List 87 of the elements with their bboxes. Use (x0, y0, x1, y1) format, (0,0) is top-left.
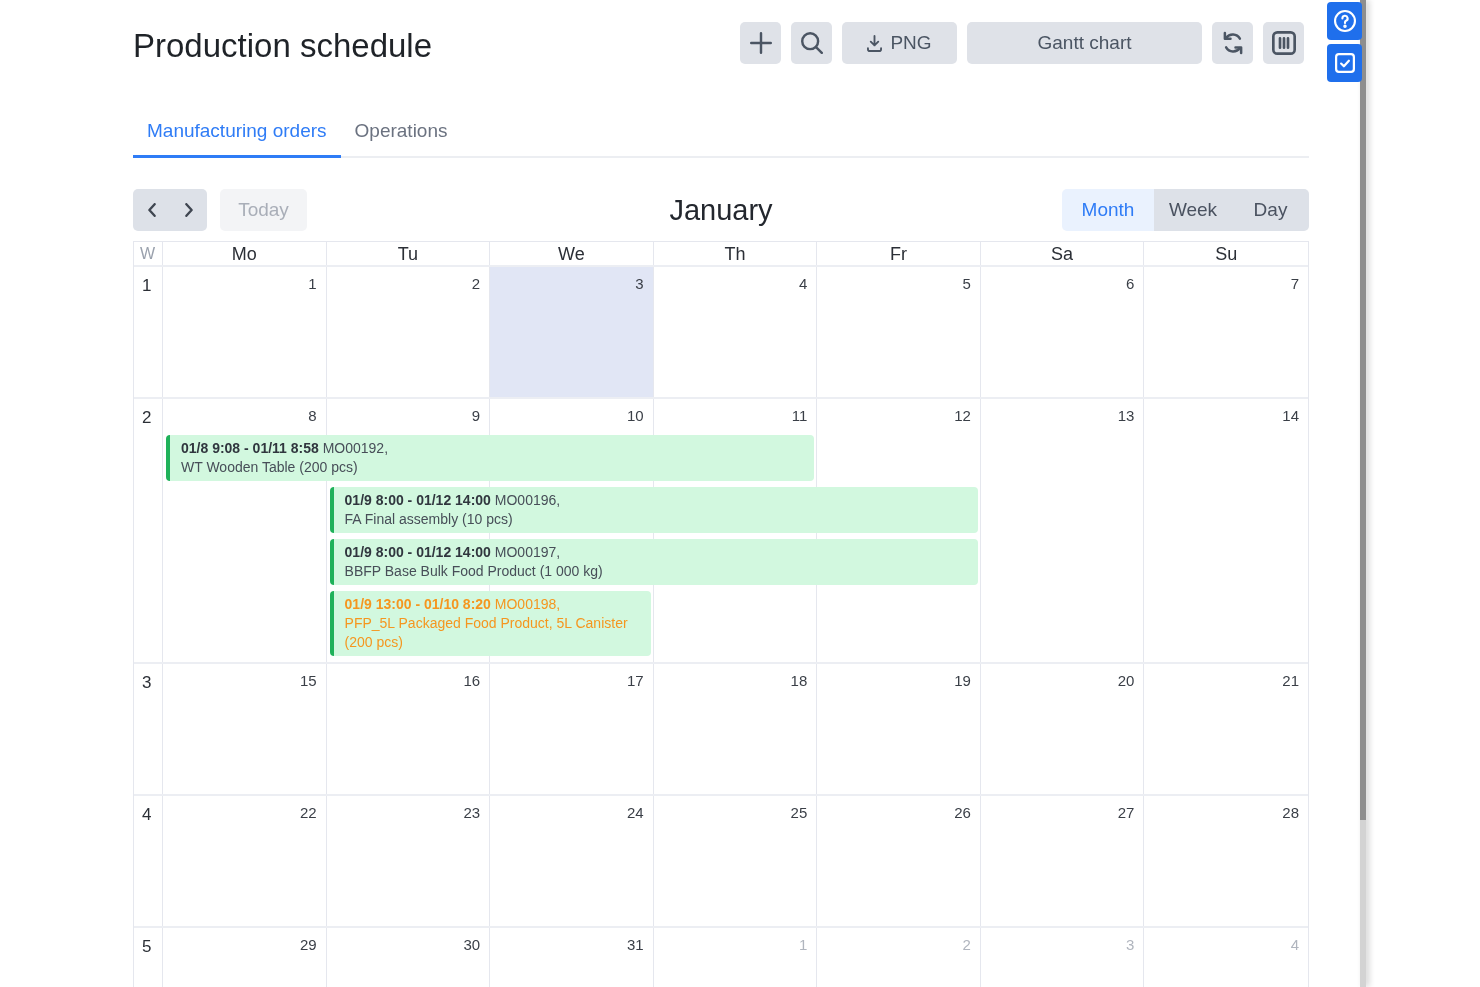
day-number: 5 (962, 275, 971, 293)
event-heading: 01/9 13:00 - 01/10 8:20 MO00198, (344, 595, 561, 614)
day-number: 15 (299, 672, 317, 690)
help-button[interactable] (1327, 2, 1362, 40)
day-number: 23 (463, 804, 481, 822)
day-number: 1 (308, 275, 317, 293)
view-tab[interactable]: Day (1232, 189, 1309, 231)
previous-button[interactable] (133, 189, 170, 231)
day-number: 7 (1290, 275, 1299, 293)
day-number: 24 (627, 804, 644, 822)
download-icon (867, 34, 883, 52)
event-product: WT Wooden Table (200 pcs) (181, 458, 358, 477)
day-number: 28 (1282, 804, 1299, 822)
refresh-icon (1222, 31, 1243, 55)
week-column-heading: W (140, 243, 156, 264)
help-icon (1333, 10, 1356, 32)
day-number: 4 (798, 275, 808, 293)
event-product: BBFP Base Bulk Food Product (1 000 kg) (344, 562, 603, 581)
event-bar[interactable]: 01/9 8:00 - 01/12 14:00 MO00196, FA Final assembly (10 pcs) (329, 487, 978, 533)
event-bar[interactable]: 01/9 8:00 - 01/12 14:00 MO00197, BBFP Base Bulk Food Product (1 000 kg) (329, 539, 978, 585)
search-button[interactable] (791, 22, 832, 64)
day-number: 21 (1282, 672, 1299, 690)
day-number: 14 (1282, 407, 1299, 425)
scrollbar[interactable] (1360, 0, 1366, 987)
chevron-left-icon (147, 203, 156, 217)
weekday-heading: Th (724, 243, 746, 264)
columns-button[interactable] (1263, 22, 1304, 64)
week-number: 4 (142, 805, 152, 825)
week-number: 1 (142, 276, 152, 296)
weekday-heading: We (558, 243, 585, 264)
add-button[interactable] (740, 22, 781, 64)
day-number: 6 (1126, 275, 1135, 293)
weekday-heading: Tu (397, 243, 418, 264)
day-number: 17 (627, 672, 644, 690)
day-number: 2 (471, 275, 481, 293)
refresh-button[interactable] (1212, 22, 1253, 64)
page-title: Production schedule (133, 29, 433, 62)
day-number: 9 (471, 407, 481, 425)
checkbox-icon (1334, 53, 1355, 73)
day-number: 26 (954, 804, 971, 822)
event-heading: 01/9 8:00 - 01/12 14:00 MO00196, (344, 491, 561, 510)
search-icon (800, 32, 823, 54)
day-number: 30 (463, 936, 481, 954)
tasks-button[interactable] (1327, 44, 1362, 82)
weekday-heading: Mo (231, 243, 257, 264)
day-number: 19 (954, 672, 971, 690)
event-bar[interactable]: 01/8 9:08 - 01/11 8:58 MO00192, WT Wooden Table (200 pcs) (166, 435, 815, 481)
weekday-heading: Fr (890, 243, 908, 264)
columns-icon (1271, 31, 1296, 55)
event-heading: 01/9 8:00 - 01/12 14:00 MO00197, (344, 543, 561, 562)
week-number: 5 (142, 937, 152, 957)
event-product: FA Final assembly (10 pcs) (344, 510, 513, 529)
view-tab[interactable]: Month (1062, 189, 1154, 231)
chevron-right-icon (184, 203, 193, 217)
day-number: 31 (627, 936, 644, 954)
day-number: 1 (798, 936, 808, 954)
day-number: 2 (962, 936, 971, 954)
day-number: 16 (463, 672, 481, 690)
day-number: 20 (1117, 672, 1135, 690)
month-title: January (669, 195, 773, 225)
day-number: 4 (1290, 936, 1299, 954)
tab[interactable]: Manufacturing orders (133, 108, 341, 158)
day-cell[interactable]: 3 (490, 267, 654, 397)
event-product: PFP_5L Packaged Food Product, 5L Canister (200 pcs) (344, 614, 629, 652)
view-tab[interactable]: Week (1154, 189, 1232, 231)
week-number: 2 (142, 408, 152, 428)
day-number: 22 (299, 804, 317, 822)
day-number: 25 (790, 804, 808, 822)
day-number: 11 (791, 407, 808, 425)
day-number: 13 (1117, 407, 1135, 425)
day-number: 8 (308, 407, 317, 425)
tab[interactable]: Operations (340, 108, 462, 158)
gantt-chart-button[interactable]: Gantt chart (967, 22, 1202, 64)
day-number: 10 (627, 407, 644, 425)
day-number: 3 (1126, 936, 1135, 954)
day-number: 29 (299, 936, 317, 954)
day-number: 18 (790, 672, 808, 690)
png-download-button[interactable]: PNG (842, 22, 957, 64)
weekday-heading: Sa (1051, 243, 1074, 264)
weekday-heading: Su (1215, 243, 1238, 264)
plus-icon (749, 32, 772, 54)
event-heading: 01/8 9:08 - 01/11 8:58 MO00192, (181, 439, 389, 458)
day-number: 12 (954, 407, 971, 425)
week-number: 3 (142, 673, 152, 693)
day-number: 27 (1117, 804, 1135, 822)
next-button[interactable] (170, 189, 207, 231)
day-number: 3 (635, 275, 644, 293)
